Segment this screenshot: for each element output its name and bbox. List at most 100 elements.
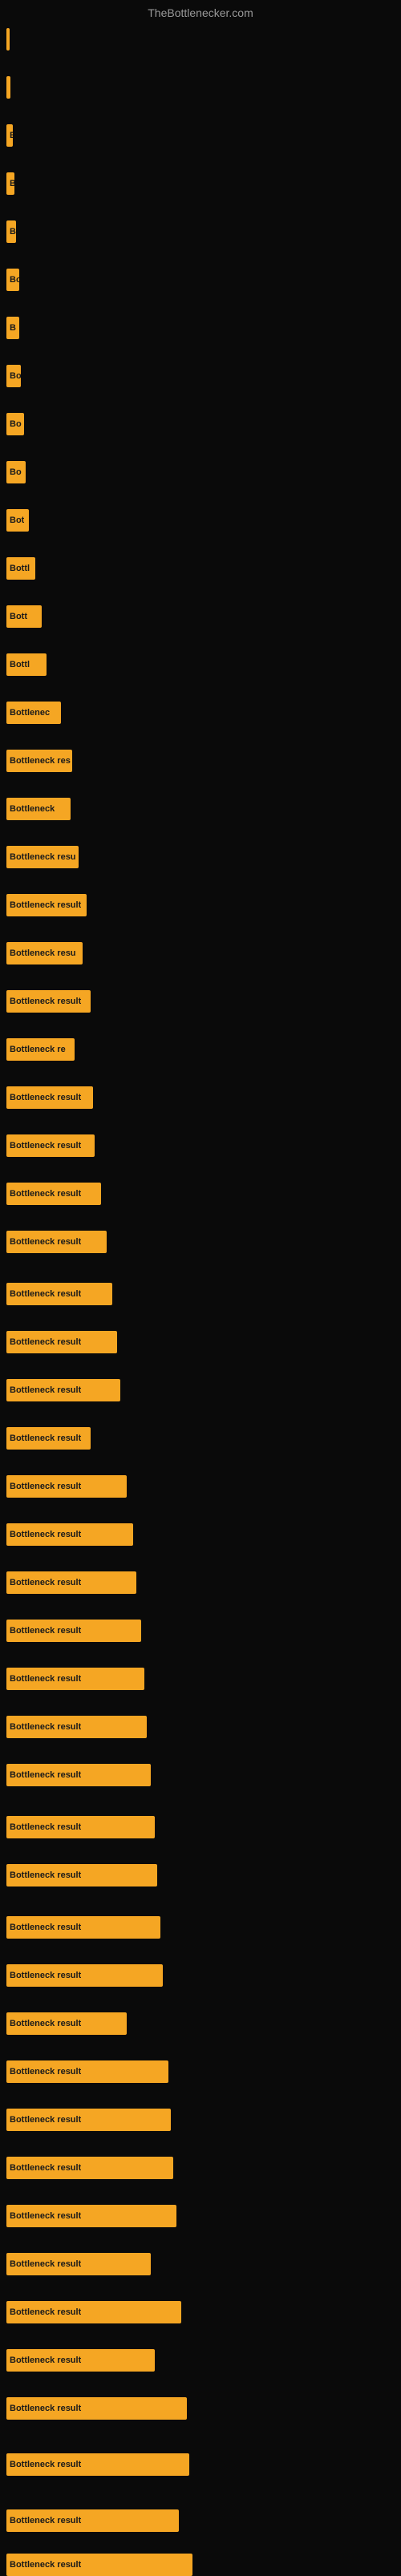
bar-item: Bottleneck result [6, 1283, 112, 1305]
bar-item: Bottleneck result [6, 894, 87, 916]
bar-label: Bottleneck result [10, 2259, 81, 2269]
bar-item: Bottleneck result [6, 2157, 173, 2179]
bar-label: Bottleneck result [10, 2307, 81, 2317]
bar-label: Bottleneck result [10, 1923, 81, 1932]
bar-label: Bottleneck result [10, 900, 81, 910]
bar-item: B [6, 220, 16, 243]
bar-item: Bottleneck result [6, 2301, 181, 2323]
bar-item: B [6, 317, 19, 339]
bar-item: Bo [6, 461, 26, 483]
bar-label: Bottleneck result [10, 1578, 81, 1587]
bar-item: Bo [6, 269, 19, 291]
bar-label: Bott [10, 612, 27, 621]
bar-item: Bottleneck result [6, 2509, 179, 2532]
bar-item: Bo [6, 413, 24, 435]
bar-item: Bottleneck result [6, 1427, 91, 1450]
bar-item: Bottleneck result [6, 1231, 107, 1253]
bar-item: Bottleneck result [6, 2349, 155, 2372]
bar-item: Bottleneck result [6, 1086, 93, 1109]
bar-item: Bottleneck result [6, 1523, 133, 1546]
bar-label: Bottleneck result [10, 2163, 81, 2173]
bar-item: Bottleneck result [6, 1134, 95, 1157]
bar-label: Bottleneck result [10, 2460, 81, 2469]
bar-item: Bottleneck result [6, 1668, 144, 1690]
bar-label: Bottleneck result [10, 2356, 81, 2365]
bar-item: Bottleneck result [6, 2397, 187, 2420]
bar-item: Bottleneck result [6, 2109, 171, 2131]
bar-label: Bottleneck result [10, 1822, 81, 1832]
bar-item: Bottleneck result [6, 1571, 136, 1594]
bar-label: Bottleneck result [10, 2404, 81, 2413]
bar-label: E [10, 131, 13, 140]
bar-label: Bottleneck result [10, 1237, 81, 1247]
bar-item [6, 28, 10, 51]
bar-label: Bottleneck result [10, 1289, 81, 1299]
bar-label: Bottleneck result [10, 1189, 81, 1199]
bar-label: Bottleneck result [10, 2211, 81, 2221]
site-title: TheBottlenecker.com [148, 6, 253, 19]
bar-label: Bottleneck result [10, 2019, 81, 2028]
bar-label: Bottleneck res [10, 756, 71, 766]
bar-label: Bottleneck result [10, 1093, 81, 1102]
bar-label: Bottleneck result [10, 1870, 81, 1880]
bar-label: Bottleneck result [10, 1141, 81, 1151]
bar-item: Bottleneck result [6, 1964, 163, 1987]
bar-label: Bottleneck result [10, 1482, 81, 1491]
bar-item: Bot [6, 509, 29, 532]
bar-item: Bottleneck res [6, 750, 72, 772]
bar-item: Bottleneck result [6, 1620, 141, 1642]
bar-label: Bottleneck result [10, 1722, 81, 1732]
bar-label: Bottleneck result [10, 1434, 81, 1443]
bar-item: Bottleneck result [6, 1864, 157, 1887]
bar-item: Bottleneck resu [6, 846, 79, 868]
bar-item: Bottl [6, 653, 47, 676]
bar-item: Bottleneck result [6, 1716, 147, 1738]
bar-label: B [10, 179, 14, 188]
bar-item: Bottleneck result [6, 1764, 151, 1786]
bar-item: Bottleneck result [6, 1331, 117, 1353]
bar-item: Bo [6, 365, 21, 387]
bar-item: Bottleneck result [6, 2453, 189, 2476]
bar-label: Bottleneck result [10, 2115, 81, 2125]
bar-item: Bottleneck result [6, 990, 91, 1013]
bar-item: Bottleneck result [6, 2012, 127, 2035]
bar-item [6, 76, 10, 99]
bar-label: Bottleneck [10, 804, 55, 814]
bar-item: Bottleneck result [6, 1816, 155, 1838]
bar-label: Bottleneck result [10, 1971, 81, 1980]
bar-label: Bottleneck resu [10, 852, 76, 862]
bar-item: Bott [6, 605, 42, 628]
bar-label: Bottleneck result [10, 1337, 81, 1347]
bar-label: Bottleneck result [10, 1674, 81, 1684]
bar-item: Bottleneck result [6, 2253, 151, 2275]
bar-item: Bottl [6, 557, 35, 580]
bar-item: Bottleneck result [6, 1379, 120, 1401]
bar-label: Bot [10, 516, 24, 525]
bar-label: Bottleneck result [10, 2516, 81, 2525]
bar-item: Bottleneck result [6, 1475, 127, 1498]
bar-label: Bo [10, 419, 22, 429]
bar-label: Bottleneck result [10, 1626, 81, 1636]
bar-item: Bottleneck resu [6, 942, 83, 964]
bar-label: Bottleneck result [10, 1385, 81, 1395]
bar-label: Bottleneck resu [10, 948, 76, 958]
bar-label: Bottleneck result [10, 2560, 81, 2570]
bar-item: Bottlenec [6, 702, 61, 724]
bar-item: Bottleneck result [6, 1183, 101, 1205]
bar-label: Bottleneck result [10, 997, 81, 1006]
bar-label: Bo [10, 467, 22, 477]
bar-label: Bottleneck result [10, 1530, 81, 1539]
bar-label: Bo [10, 371, 21, 381]
bar-label: Bottleneck result [10, 1770, 81, 1780]
bar-label: Bottlenec [10, 708, 50, 718]
bar-item: Bottleneck result [6, 1916, 160, 1939]
bar-label: Bottleneck result [10, 2067, 81, 2077]
bar-item: Bottleneck result [6, 2060, 168, 2083]
bar-item: Bottleneck re [6, 1038, 75, 1061]
bar-label: B [10, 323, 16, 333]
bar-label: Bottl [10, 564, 30, 573]
bar-item: Bottleneck [6, 798, 71, 820]
bar-item: E [6, 124, 13, 147]
bar-label: Bottl [10, 660, 30, 669]
bar-label: B [10, 227, 16, 237]
